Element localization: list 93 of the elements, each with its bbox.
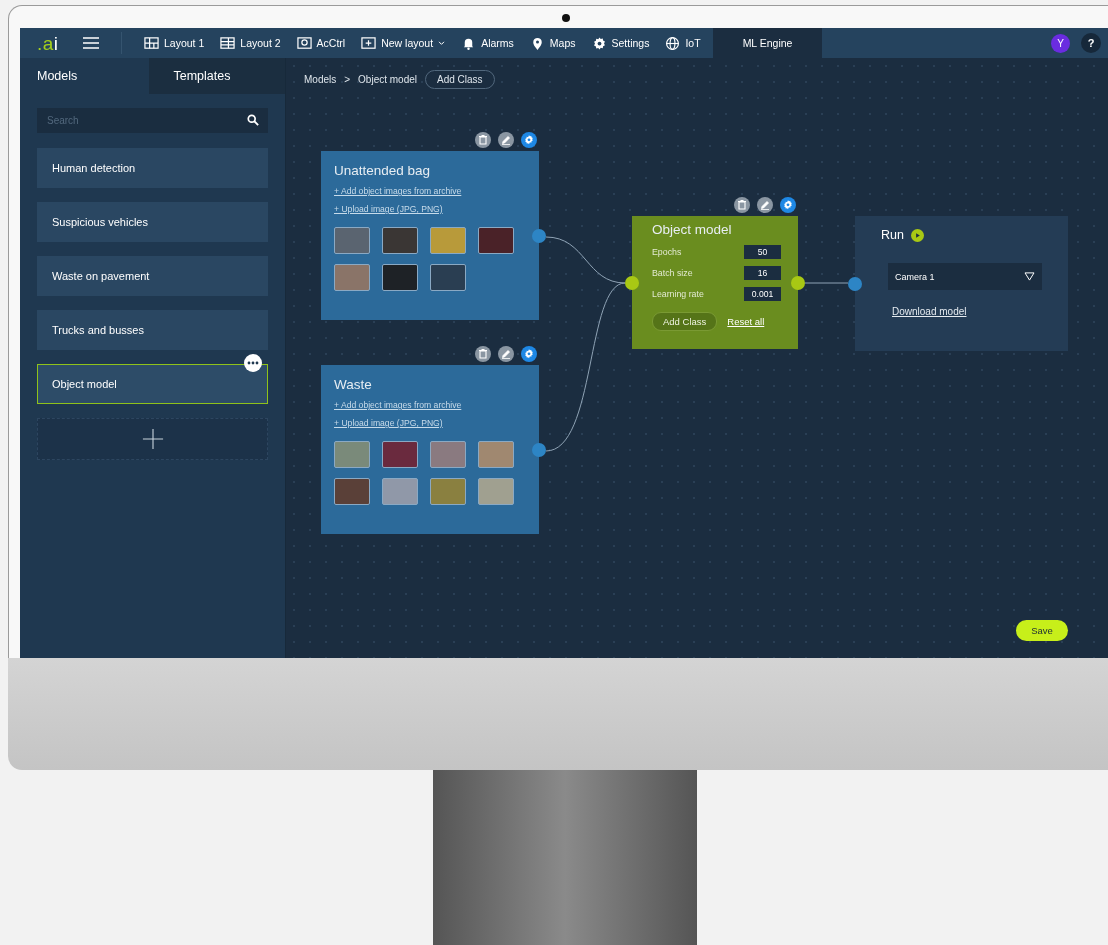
model-list-item[interactable]: Object model [37,364,268,404]
photo-placeholder[interactable] [478,227,514,254]
param-input[interactable]: 16 [744,265,781,280]
settings-icon[interactable] [780,197,796,213]
input-port[interactable] [625,275,639,290]
output-port[interactable] [791,275,805,290]
pencil-icon[interactable] [498,132,514,148]
run-title: Run [881,228,904,242]
upload-link[interactable]: + Add object images from archive [334,186,526,196]
output-port[interactable] [532,228,546,243]
sidebar-tab[interactable]: Models [20,58,149,94]
search-icon[interactable] [247,114,259,126]
photo-placeholder[interactable] [430,264,466,291]
menu-icon[interactable] [83,37,99,49]
model-name: Suspicious vehicles [52,216,148,228]
reset-link[interactable]: Reset all [727,316,765,327]
plus-icon [141,428,164,450]
model-list-item[interactable]: Waste on pavement [37,256,268,296]
model-title: Object model [652,222,733,237]
photo-placeholder[interactable] [382,264,418,291]
camera-icon [296,35,312,51]
camera-select[interactable]: Camera 1 [888,263,1042,290]
add-class-button[interactable]: Add Class [652,312,718,331]
nav-label: New layout [381,37,434,49]
nav-label: Maps [549,37,576,49]
nav-tab[interactable]: ML Engine [712,28,823,58]
photo-placeholder[interactable] [382,441,418,468]
dropdown-icon [1024,272,1035,281]
save-button[interactable]: Save [1016,620,1068,641]
model-name: Waste on pavement [52,270,150,282]
model-list-item[interactable]: Trucks and busses [37,310,268,350]
logo: .ai [37,33,60,53]
model-name: Object model [52,378,117,390]
play-icon[interactable] [910,228,924,242]
nav-label: Settings [611,37,650,49]
nav-label: IoT [685,37,701,49]
param-label: Learning rate [652,288,704,299]
param-input[interactable]: 50 [744,244,781,259]
param-label: Epochs [652,246,682,257]
nav-tab[interactable]: Maps [521,28,584,58]
pencil-icon[interactable] [498,346,514,362]
settings-icon[interactable] [521,132,537,148]
model-name: Human detection [52,162,136,174]
nav-tab[interactable]: New layout [353,28,454,58]
nav-label: Layout 2 [240,37,281,49]
add-model-tile[interactable] [37,418,268,460]
class-title: Waste [334,377,373,392]
nav-tab[interactable]: Settings [583,28,658,58]
nav-label: AcCtrl [316,37,346,49]
settings-icon[interactable] [521,346,537,362]
help-button[interactable]: ? [1081,33,1101,53]
nav-tab[interactable]: IoT [657,28,709,58]
search-field[interactable]: Search [37,108,268,133]
settings-icon [591,35,607,51]
more-icon[interactable] [244,354,262,372]
breadcrumb-item[interactable]: Object model [358,74,417,85]
trash-icon[interactable] [475,132,491,148]
model-name: Trucks and busses [52,324,144,336]
trash-icon[interactable] [475,346,491,362]
globe-icon [665,35,681,51]
sidebar-tab[interactable]: Templates [148,58,285,94]
upload-link[interactable]: + Add object images from archive [334,400,526,410]
input-port[interactable] [848,276,862,291]
param-input[interactable]: 0.001 [744,286,781,301]
class-title: Unattended bag [334,163,432,178]
upload-link[interactable]: + Upload image (JPG, PNG) [334,204,526,214]
nav-tab[interactable]: Layout 2 [212,28,289,58]
add-class-button[interactable]: Add Class [425,70,495,89]
output-port[interactable] [532,442,546,457]
grid-icon [144,35,159,51]
avatar[interactable]: Y [1051,33,1070,53]
nav-tab[interactable]: Alarms [453,28,522,58]
model-list-item[interactable]: Suspicious vehicles [37,202,268,242]
nav-tab[interactable]: AcCtrl [288,28,354,58]
camera-label: Camera 1 [895,271,935,282]
model-list-item[interactable]: Human detection [37,148,268,188]
nav-tab[interactable]: Layout 1 [136,28,213,58]
connector-line [804,282,849,284]
nav-label: Alarms [481,37,514,49]
nav-label: Layout 1 [164,37,205,49]
webcam-dot [562,14,570,22]
nav-label: ML Engine [742,37,793,49]
photo-placeholder[interactable] [334,478,370,505]
breadcrumb-separator: > [344,74,351,85]
photo-placeholder[interactable] [382,227,418,254]
add-icon [361,35,377,51]
param-label: Batch size [652,267,693,278]
download-link[interactable]: Download model [892,306,967,317]
layout-icon [220,35,236,51]
upload-link[interactable]: + Upload image (JPG, PNG) [334,418,526,428]
breadcrumb-item[interactable]: Models [304,74,337,85]
pencil-icon[interactable] [757,197,773,213]
trash-icon[interactable] [734,197,750,213]
